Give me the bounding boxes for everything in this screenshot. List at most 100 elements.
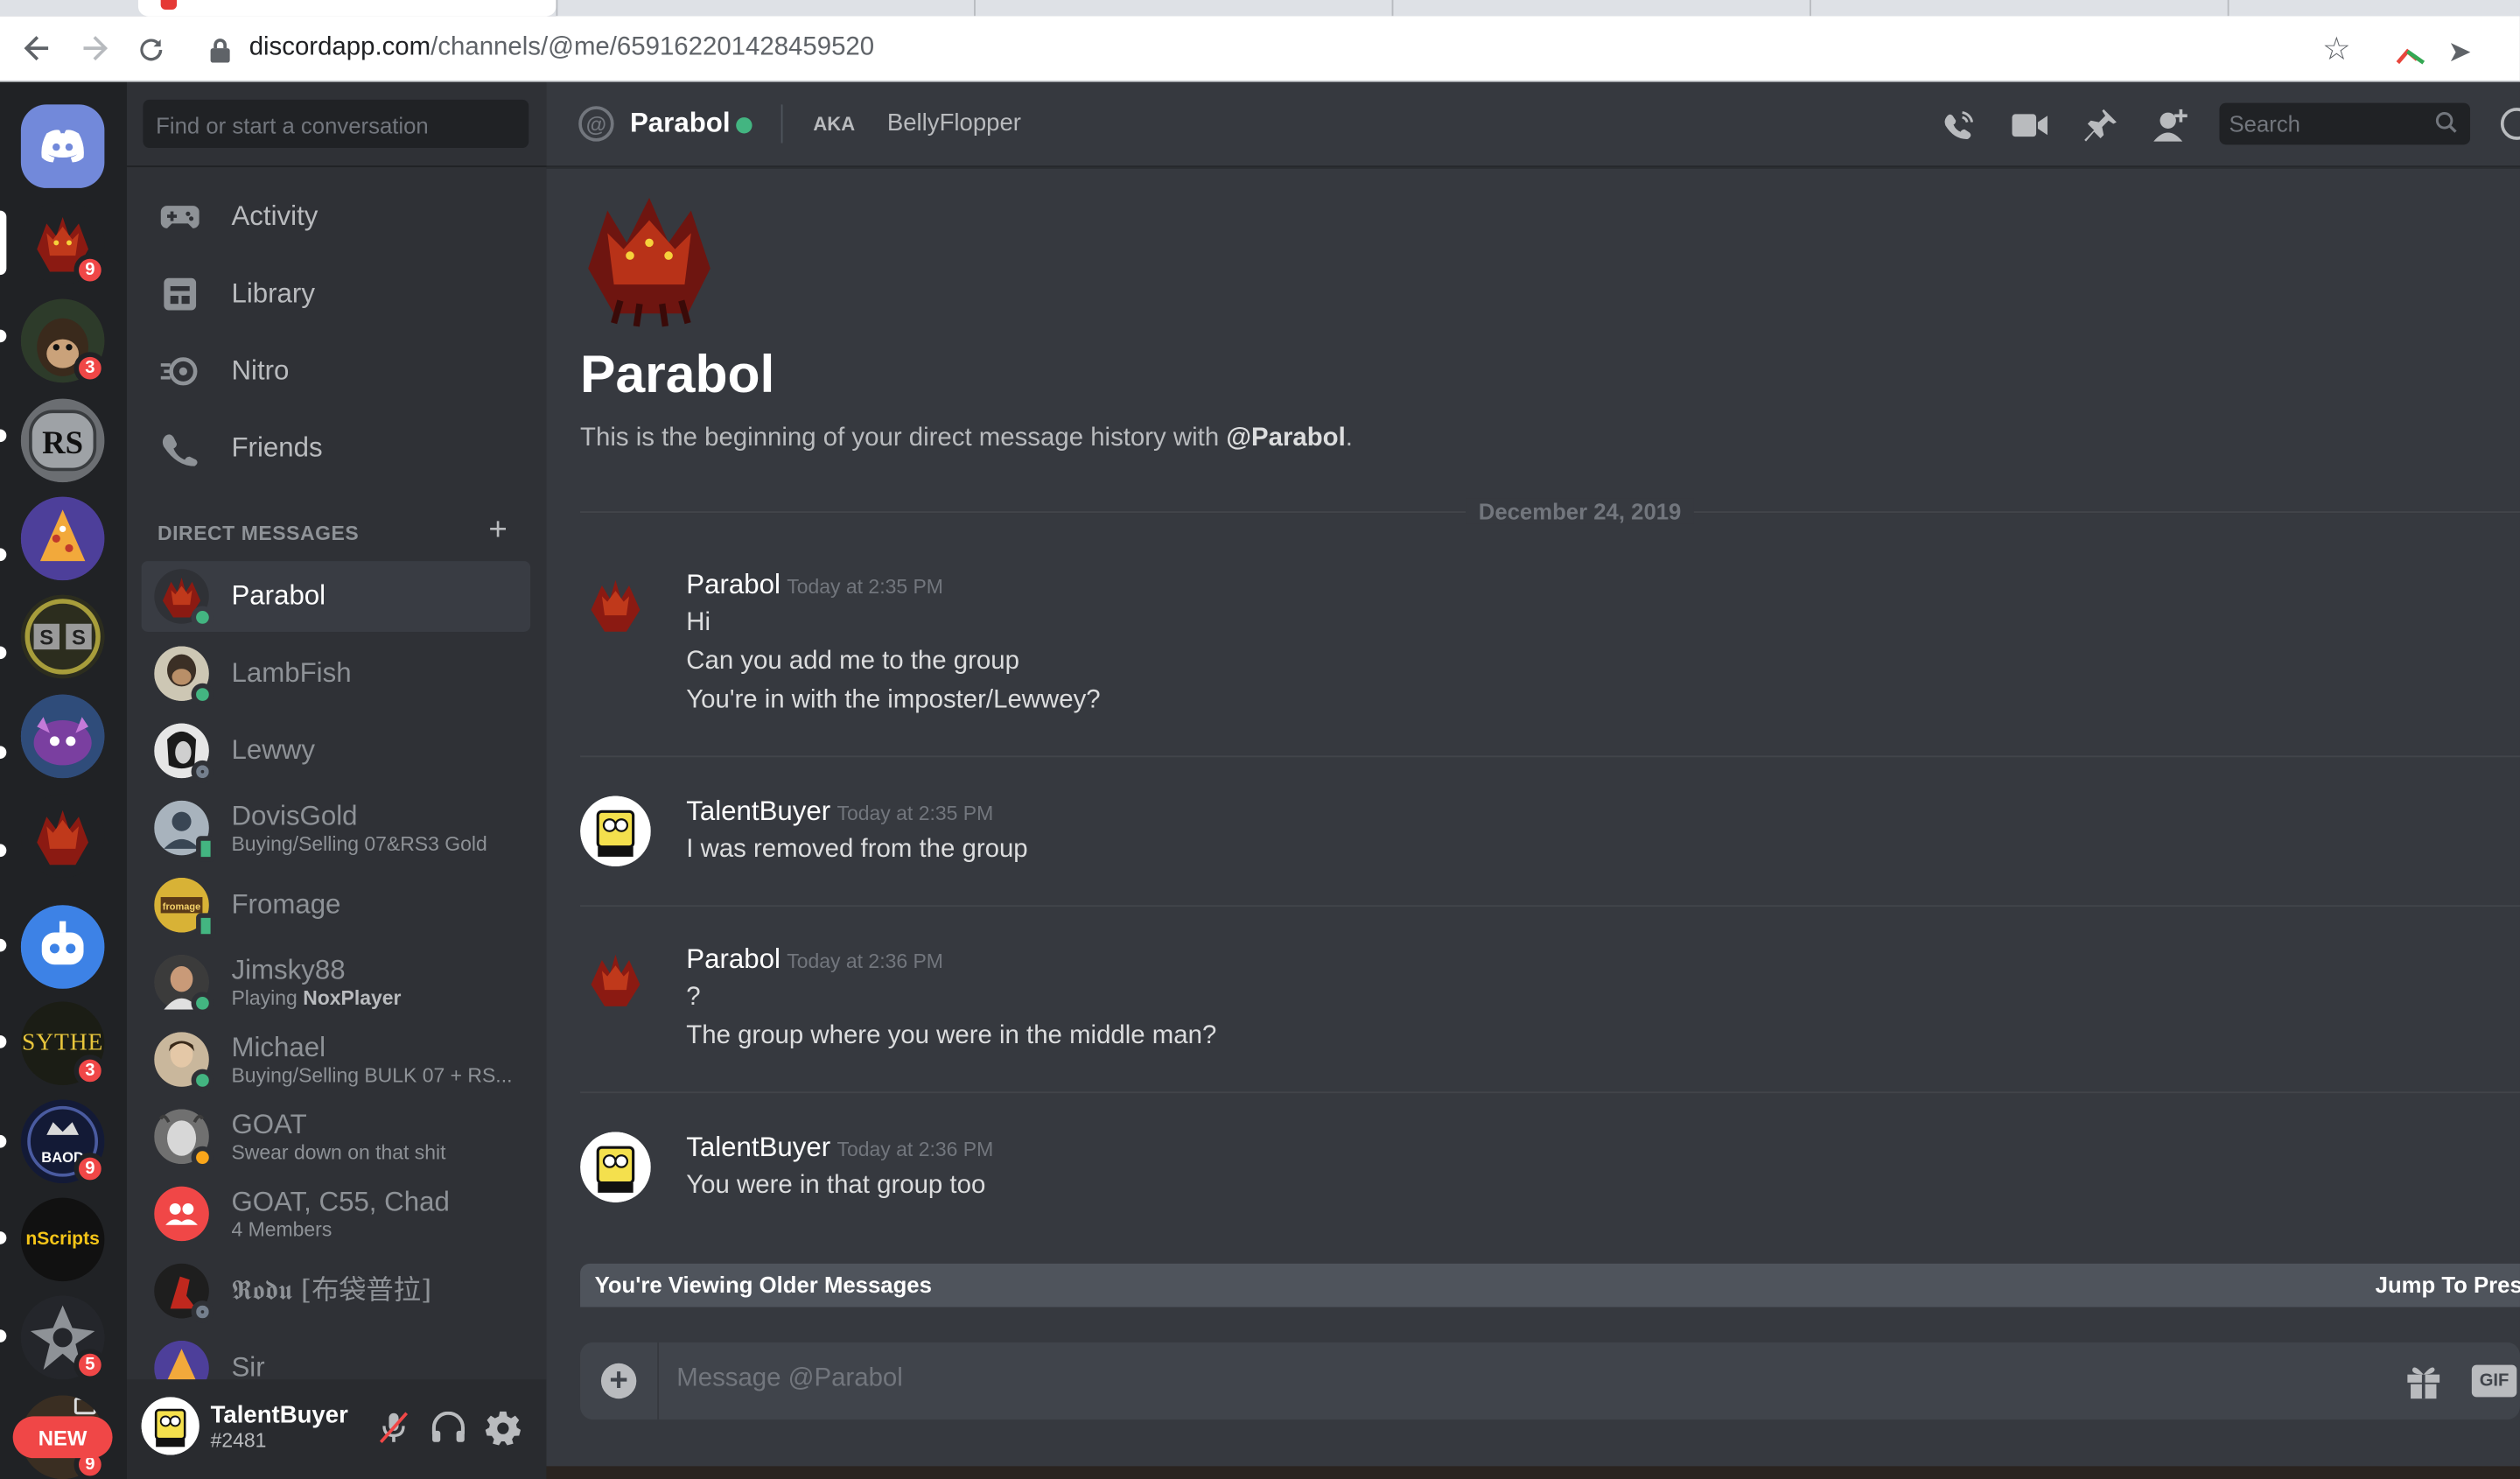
gif-picker-button[interactable]: GIF (2471, 1364, 2517, 1398)
dm-item[interactable]: LambFish (142, 638, 530, 709)
user-avatar[interactable] (141, 1397, 200, 1455)
message-avatar[interactable] (580, 943, 651, 1014)
dm-item[interactable]: Lewwy (142, 715, 530, 786)
url-field[interactable]: discordapp.com/channels/@me/659162201428… (249, 34, 874, 63)
voice-call-icon (1944, 111, 1974, 139)
activity-game: NoxPlayer (303, 986, 402, 1010)
ss-logo-icon: SS (20, 594, 105, 679)
server-icon-8[interactable] (20, 905, 105, 989)
dm-item[interactable]: Parabol (141, 561, 531, 632)
avatar (154, 1263, 214, 1323)
lock-icon (210, 39, 230, 63)
intro-text: This is the beginning of your direct mes… (580, 424, 1353, 453)
nav-label: Library (231, 277, 315, 309)
chat-header: @ Parabol AKA BellyFlopper Search (546, 82, 2520, 168)
browser-tab[interactable] (2227, 0, 2520, 17)
unread-pill (0, 1035, 7, 1048)
server-icon-7[interactable] (20, 794, 105, 879)
dm-item[interactable]: Michael Buying/Selling BULK 07 + RS... (142, 1024, 530, 1095)
nav-nitro[interactable]: Nitro (142, 338, 530, 405)
message-avatar[interactable] (580, 796, 651, 867)
dm-item[interactable]: GOAT, C55, Chad 4 Members (142, 1179, 530, 1250)
server-icon-6[interactable] (20, 694, 105, 779)
message-author[interactable]: TalentBuyer (686, 1132, 830, 1162)
user-mention[interactable]: @Parabol (1226, 424, 1345, 452)
unread-pill (0, 1329, 7, 1342)
at-sign-icon: @ (578, 106, 614, 142)
mention-at-icon[interactable] (2500, 108, 2520, 140)
dm-item[interactable]: GOAT Swear down on that shit (142, 1101, 530, 1172)
upload-plus-icon[interactable]: + (600, 1363, 637, 1399)
pinned-messages-button[interactable] (2080, 106, 2122, 144)
chat-area: @ Parabol AKA BellyFlopper Search Parabo… (546, 81, 2520, 1479)
extension-icon[interactable] (2395, 48, 2427, 65)
dm-item[interactable]: DovisGold Buying/Selling 07&RS3 Gold (142, 793, 530, 864)
unread-pill (0, 429, 7, 443)
dm-item[interactable]: fromage Fromage (142, 870, 530, 941)
find-conversation-input[interactable]: Find or start a conversation (143, 99, 529, 149)
server-icon-4[interactable] (20, 496, 105, 581)
arrow-right-icon (83, 36, 108, 61)
new-unreads-pill[interactable]: NEW (12, 1416, 113, 1459)
message-author[interactable]: Parabol (686, 943, 780, 974)
server-icon-rs[interactable]: RS (20, 398, 105, 483)
user-discriminator: #2481 (210, 1429, 267, 1452)
jump-to-present-button[interactable]: Jump To Prese (2376, 1272, 2520, 1297)
message-author[interactable]: Parabol (686, 569, 780, 599)
browser-tab[interactable] (1810, 0, 2228, 17)
add-member-icon (2153, 109, 2188, 142)
arrow-left-icon (24, 36, 49, 61)
browser-tab-active[interactable] (137, 0, 556, 17)
message-text: I was removed from the group (686, 836, 1028, 864)
header-divider (780, 104, 783, 144)
nav-library[interactable]: Library (142, 261, 530, 328)
message-text: You're in with the imposter/Lewwey? (686, 686, 1101, 714)
status-idle-dot (191, 1146, 214, 1169)
activity-prefix: Playing (231, 986, 304, 1010)
browser-tab[interactable] (556, 0, 975, 17)
voice-call-button[interactable] (1938, 106, 1980, 144)
pizza-character-icon (20, 496, 105, 581)
unread-pill (0, 646, 7, 660)
svg-text:fromage: fromage (163, 902, 200, 913)
message-divider (580, 905, 2520, 908)
deafen-button[interactable] (429, 1408, 467, 1447)
composer-divider (657, 1342, 660, 1420)
reload-icon (140, 39, 163, 61)
server-icon-ss[interactable]: SS (20, 594, 105, 679)
nav-friends[interactable]: Friends (142, 415, 530, 482)
dm-status: Buying/Selling BULK 07 + RS... (231, 1064, 513, 1087)
back-button[interactable] (18, 29, 56, 67)
unread-badge: 9 (74, 1153, 107, 1185)
dm-status: 4 Members (231, 1218, 332, 1242)
create-dm-button[interactable]: + (488, 513, 507, 550)
browser-tab[interactable] (1391, 0, 1810, 17)
message-text: Can you add me to the group (686, 648, 1019, 676)
gift-icon[interactable] (2404, 1362, 2443, 1400)
reload-button[interactable] (132, 29, 171, 67)
user-settings-button[interactable] (484, 1408, 522, 1447)
channel-title[interactable]: Parabol (630, 108, 731, 140)
bookmark-star-icon[interactable]: ☆ (2322, 29, 2351, 69)
server-icon-nscripts[interactable]: nScripts (20, 1197, 105, 1282)
mute-button[interactable] (374, 1408, 413, 1447)
nscripts-logo: nScripts (25, 1230, 100, 1250)
status-mobile-icon (196, 913, 216, 939)
browser-tab[interactable] (974, 0, 1392, 17)
dm-item[interactable]: Jimsky88 Playing NoxPlayer (142, 947, 530, 1018)
forward-button[interactable] (75, 29, 114, 67)
extension-arrow-icon[interactable]: ➤ (2447, 35, 2472, 69)
add-friends-to-dm-button[interactable] (2151, 106, 2193, 144)
unread-pill (0, 746, 7, 760)
message-input[interactable]: Message @Parabol (676, 1365, 903, 1394)
message-avatar[interactable] (580, 1132, 651, 1203)
screenshot-root: discordapp.com/channels/@me/659162201428… (0, 0, 2520, 1479)
video-call-button[interactable] (2009, 106, 2051, 144)
message-author[interactable]: TalentBuyer (686, 796, 830, 826)
message-avatar[interactable] (580, 569, 651, 640)
nav-activity[interactable]: Activity (142, 183, 530, 250)
dm-name: Fromage (231, 888, 341, 920)
search-input[interactable]: Search (2219, 102, 2471, 145)
dm-item[interactable]: 𝕽𝖔𝖉𝖚 [布袋普拉] (142, 1256, 530, 1327)
home-button[interactable] (20, 104, 105, 188)
